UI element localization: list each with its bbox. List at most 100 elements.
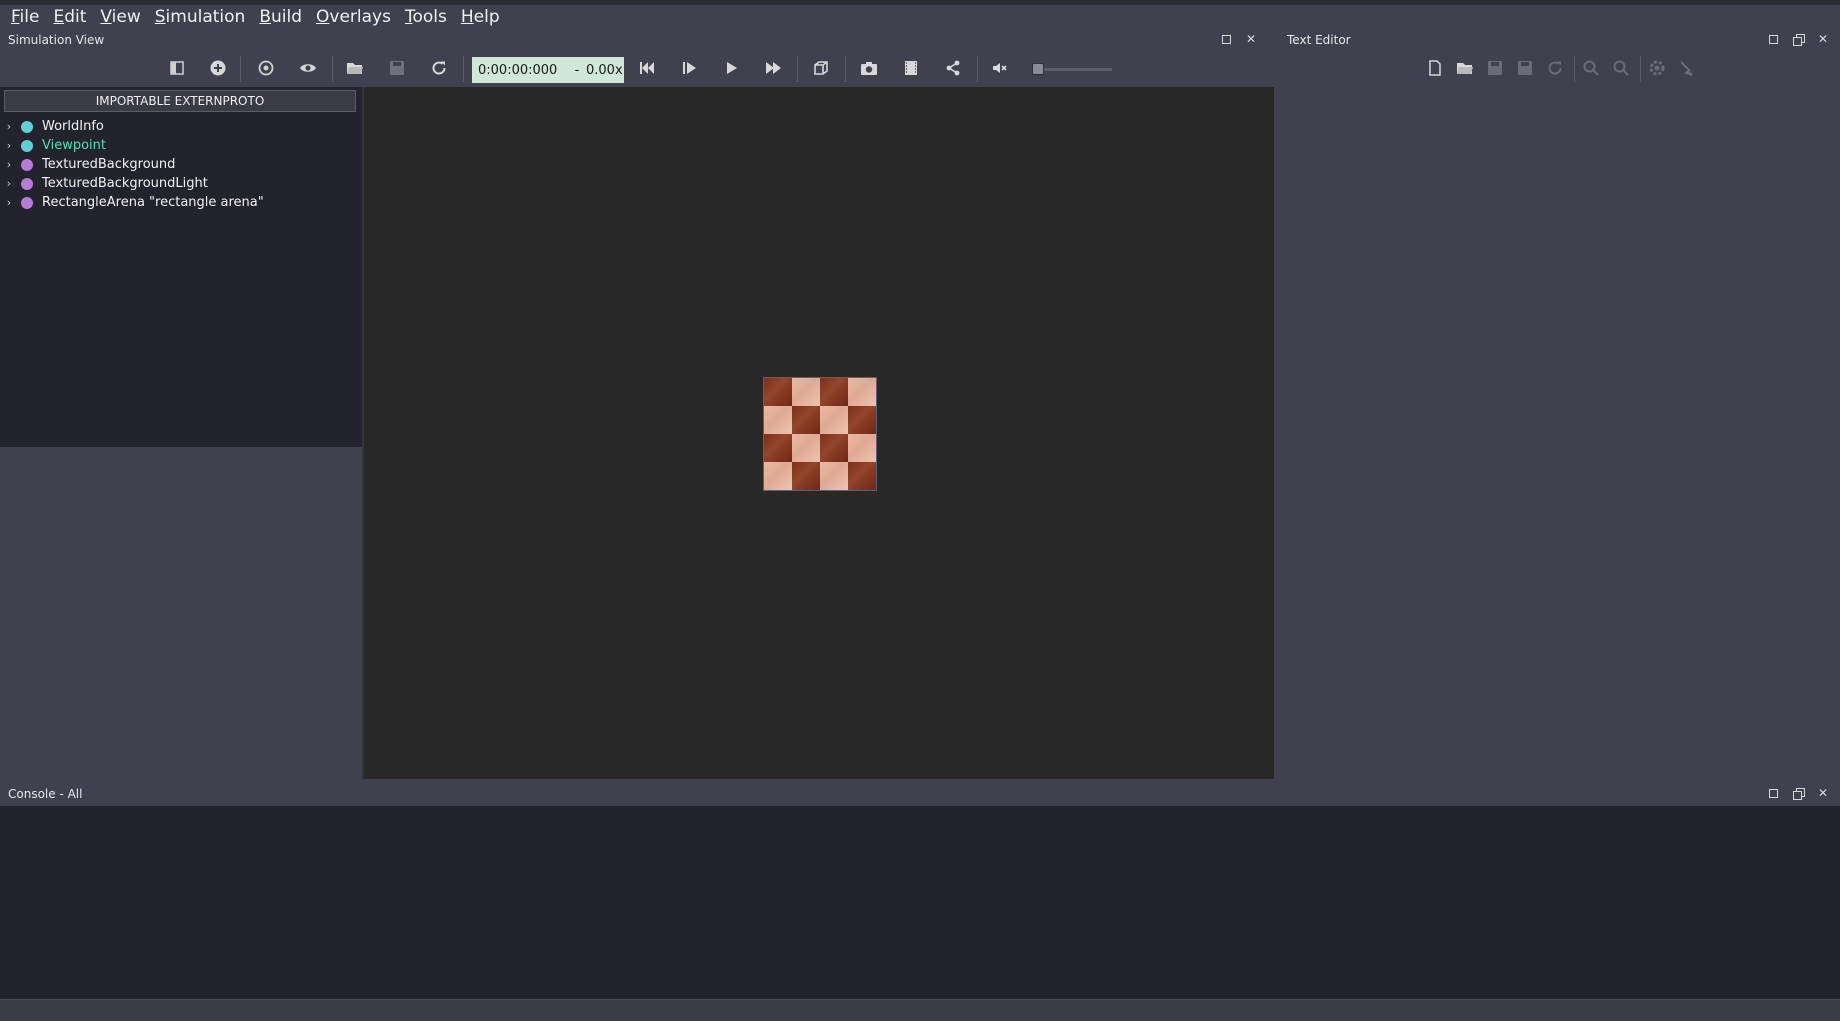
console-title: Console - All [8,787,83,801]
add-icon [210,60,226,76]
tree-item-texturedbackground[interactable]: › TexturedBackground [0,155,176,174]
tree-item-viewpoint[interactable]: › Viewpoint [0,136,106,155]
3d-viewport[interactable] [364,87,1274,779]
menu-file[interactable]: File [4,5,46,29]
mute-button[interactable] [989,57,1011,79]
broom-icon [1680,61,1693,76]
menu-help[interactable]: Help [454,5,507,29]
tree-item-label: TexturedBackgroundLight [42,176,208,191]
tree-item-worldinfo[interactable]: › WorldInfo [0,117,104,136]
tree-item-label: WorldInfo [42,119,104,134]
simulation-view-maximize-button[interactable] [1219,32,1233,46]
screenshot-button[interactable] [858,57,880,79]
folder-open-icon [347,63,363,74]
simulation-view-title: Simulation View [8,33,105,47]
menubar: File Edit View Simulation Build Overlays… [0,5,1840,29]
rectangle-arena-floor[interactable] [763,377,877,491]
reset-simulation-button[interactable] [636,57,658,79]
camera-icon [861,62,877,75]
menu-overlays[interactable]: Overlays [309,5,398,29]
build-button[interactable] [1646,57,1668,79]
play-icon [727,62,737,74]
simulation-time-display: 0:00:00:000 - 0.00x [472,57,624,83]
reload-world-button[interactable] [428,57,450,79]
text-editor-close-button[interactable]: ✕ [1816,32,1830,46]
cube-icon [814,61,828,75]
time-speed-separator: - [574,62,580,78]
add-node-button[interactable] [207,57,229,79]
chevron-right-icon[interactable]: › [0,177,18,190]
status-bar [0,999,1840,1021]
fast-forward-button[interactable] [762,57,784,79]
node-icon [21,139,33,152]
close-icon: ✕ [1817,786,1829,800]
node-icon [21,120,33,133]
rendering-toggle-button[interactable] [810,57,832,79]
toggle-scene-tree-button[interactable] [166,57,188,79]
maximize-icon [1768,34,1778,44]
menu-view[interactable]: View [93,5,147,29]
reload-icon [432,61,446,75]
save-as-button[interactable] [1514,57,1536,79]
chevron-right-icon[interactable]: › [0,196,18,209]
save-file-button[interactable] [1484,57,1506,79]
menu-tools[interactable]: Tools [398,5,454,29]
proto-node-icon [21,158,33,171]
toolbar-separator [797,56,798,82]
open-file-button[interactable] [1454,57,1476,79]
toolbar-separator [332,56,333,82]
revert-file-button[interactable] [1544,57,1566,79]
maximize-icon [1221,34,1231,44]
step-icon [683,62,696,74]
replace-button[interactable] [1610,57,1632,79]
menu-build[interactable]: Build [252,5,309,29]
tree-item-texturedbackgroundlight[interactable]: › TexturedBackgroundLight [0,174,208,193]
text-editor-float-button[interactable] [1791,32,1805,46]
volume-slider-track[interactable] [1040,68,1112,71]
console-maximize-button[interactable] [1766,786,1780,800]
fast-forward-icon [766,62,781,74]
record-movie-button[interactable] [900,57,922,79]
chevron-right-icon[interactable]: › [0,120,18,133]
skip-back-icon [640,62,654,74]
play-simulation-button[interactable] [720,57,742,79]
importable-externproto-button[interactable]: IMPORTABLE EXTERNPROTO [4,90,356,112]
toolbar-separator [1574,56,1575,82]
view-options-button[interactable] [297,57,319,79]
new-file-button[interactable] [1424,57,1446,79]
tree-item-rectanglearena[interactable]: › RectangleArena "rectangle arena" [0,193,264,212]
share-icon [946,60,960,76]
find-button[interactable] [1580,57,1602,79]
volume-slider-handle[interactable] [1032,63,1044,75]
tree-item-label: Viewpoint [42,138,107,153]
save-world-button[interactable] [386,57,408,79]
console-close-button[interactable]: ✕ [1816,786,1830,800]
new-file-icon [1429,60,1441,76]
share-button[interactable] [942,57,964,79]
proto-node-icon [21,177,33,190]
save-icon [390,61,404,75]
menu-simulation[interactable]: Simulation [148,5,253,29]
step-simulation-button[interactable] [678,57,700,79]
simulation-view-close-button[interactable]: ✕ [1244,32,1258,46]
tree-item-label: TexturedBackground [42,157,176,172]
simulation-speed: 0.00x [586,62,623,78]
close-icon: ✕ [1817,32,1829,46]
toolbar-separator [977,56,978,82]
panel-toggle-icon [170,61,184,75]
proto-node-icon [21,196,33,209]
chevron-right-icon[interactable]: › [0,158,18,171]
console-float-button[interactable] [1791,786,1805,800]
reset-view-button[interactable] [255,57,277,79]
menu-edit[interactable]: Edit [46,5,93,29]
toolbar-separator [240,56,241,82]
chevron-right-icon[interactable]: › [0,139,18,152]
clean-button[interactable] [1676,57,1698,79]
toolbar-separator [463,56,464,82]
float-icon [1793,34,1805,46]
open-world-button[interactable] [344,57,366,79]
console-output[interactable] [0,806,1840,999]
text-editor-area[interactable] [1274,87,1840,779]
view-reset-icon [258,60,274,76]
text-editor-maximize-button[interactable] [1766,32,1780,46]
